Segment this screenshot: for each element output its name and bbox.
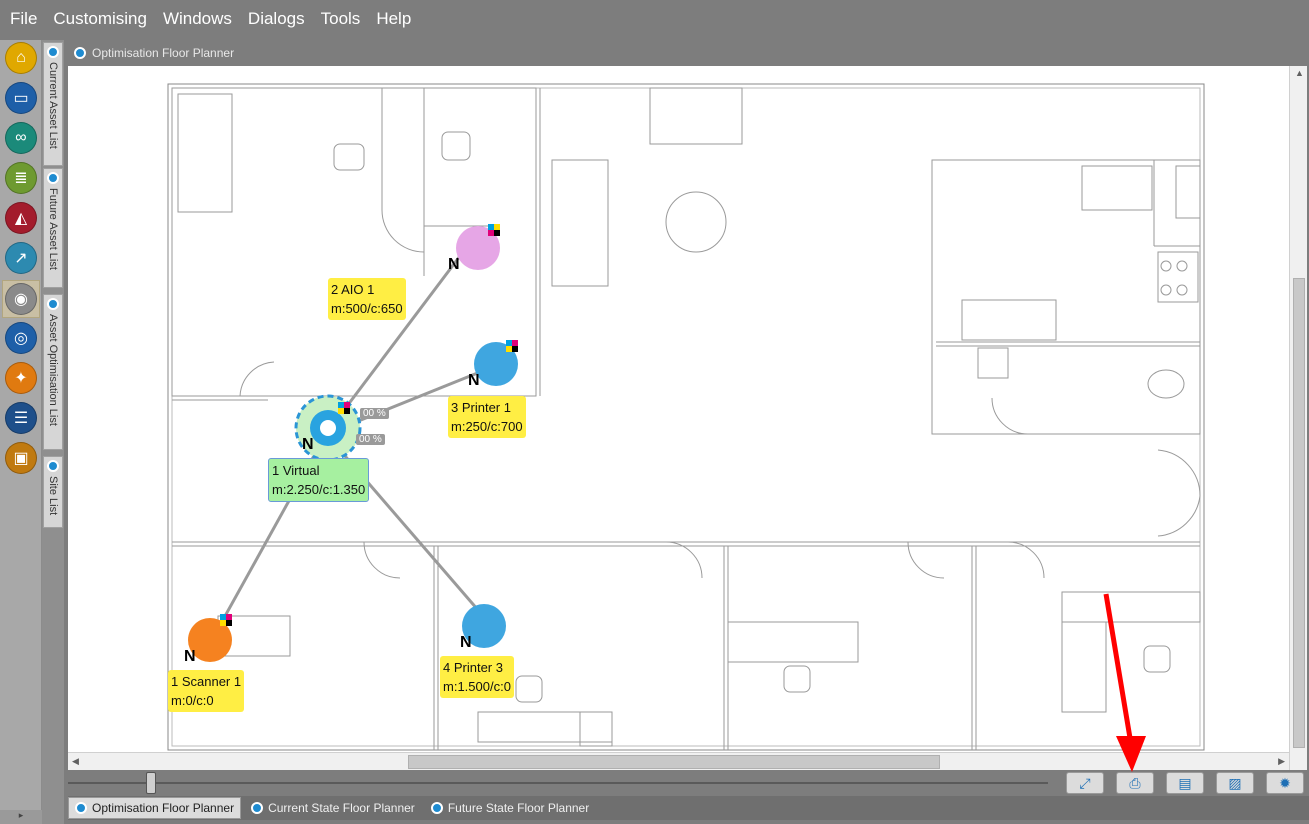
percent-badge: 00 % <box>360 408 389 419</box>
document-title: Optimisation Floor Planner <box>74 44 234 62</box>
device-label-virtual[interactable]: 1 Virtual m:2.250/c:1.350 <box>268 458 370 502</box>
gear-icon: ✹ <box>1279 774 1291 791</box>
n-marker: N <box>302 436 314 453</box>
left-rail: ⌂ ▭ ∞ ≣ ◭ ↗ ◉ ◎ ✦ ☰ ▣ ▸ <box>0 40 42 824</box>
device-stats: m:500/c:650 <box>331 301 403 316</box>
device-stats: m:2.250/c:1.350 <box>272 482 366 497</box>
n-marker: N <box>468 372 480 389</box>
briefcase-icon[interactable]: ▣ <box>5 442 37 474</box>
bottom-tab-strip: Optimisation Floor Planner Current State… <box>68 796 1309 820</box>
expand-icon: ⤢ <box>1079 774 1091 791</box>
document-area: Optimisation Floor Planner N N N N N 00 … <box>66 40 1309 824</box>
tab-label: Optimisation Floor Planner <box>92 801 235 815</box>
expand-button[interactable]: ⤢ <box>1066 772 1104 794</box>
tab-label: Future State Floor Planner <box>447 801 590 815</box>
menu-windows[interactable]: Windows <box>155 9 240 29</box>
n-marker: N <box>448 256 460 273</box>
device-name: 1 Scanner 1 <box>171 674 242 689</box>
device-stats: m:250/c:700 <box>451 419 523 434</box>
scroll-right-icon[interactable]: ▶ <box>1278 756 1285 767</box>
tab-icon <box>47 298 59 310</box>
n-marker: N <box>460 634 472 651</box>
tab-label: Site List <box>47 476 59 516</box>
vertical-tab-strip: Current Asset List Future Asset List Ass… <box>42 40 64 824</box>
menu-dialogs[interactable]: Dialogs <box>240 9 313 29</box>
n-marker: N <box>184 648 196 665</box>
rail-scroll-arrow[interactable]: ▸ <box>0 810 42 824</box>
settings-button[interactable]: ✹ <box>1266 772 1304 794</box>
target-icon[interactable]: ◎ <box>5 322 37 354</box>
tab-current-asset-list[interactable]: Current Asset List <box>43 42 63 166</box>
document-title-text: Optimisation Floor Planner <box>92 46 235 60</box>
device-name: 2 AIO 1 <box>331 282 375 297</box>
floor-plan-canvas[interactable]: N N N N N 00 % 00 % 2 AIO 1 m:500/c:650 … <box>68 66 1289 752</box>
planner-icon <box>74 47 86 59</box>
tab-label: Asset Optimisation List <box>47 314 59 426</box>
tab-icon <box>47 46 59 58</box>
scroll-left-icon[interactable]: ◀ <box>72 756 79 767</box>
device-label-aio[interactable]: 2 AIO 1 m:500/c:650 <box>328 278 406 320</box>
device-name: 3 Printer 1 <box>451 400 511 415</box>
device-label-printer3[interactable]: 4 Printer 3 m:1.500/c:0 <box>440 656 514 698</box>
scroll-icon[interactable]: ≣ <box>5 162 37 194</box>
image-export-button[interactable]: ▨ <box>1216 772 1254 794</box>
tab-future-state-floor-planner[interactable]: Future State Floor Planner <box>425 797 595 819</box>
tab-label: Future Asset List <box>47 188 59 270</box>
horizontal-scrollbar[interactable]: ◀ ▶ <box>68 752 1289 770</box>
document-list-icon[interactable]: ☰ <box>5 402 37 434</box>
scroll-up-icon[interactable]: ▲ <box>1295 68 1304 78</box>
percent-badge: 00 % <box>356 434 385 445</box>
tab-icon <box>47 460 59 472</box>
planner-icon <box>251 802 264 814</box>
eye-icon[interactable]: ◉ <box>5 283 37 315</box>
handshake-icon[interactable]: ✦ <box>5 362 37 394</box>
tab-future-asset-list[interactable]: Future Asset List <box>43 168 63 288</box>
binoculars-icon[interactable]: ∞ <box>5 122 37 154</box>
tab-label: Current State Floor Planner <box>268 801 415 815</box>
print-icon: ⎙ <box>1129 774 1141 791</box>
home-icon[interactable]: ⌂ <box>5 42 37 74</box>
menu-file[interactable]: File <box>2 9 45 29</box>
folder-icon[interactable]: ▭ <box>5 82 37 114</box>
device-label-printer1[interactable]: 3 Printer 1 m:250/c:700 <box>448 396 526 438</box>
menu-bar: File Customising Windows Dialogs Tools H… <box>0 0 1309 38</box>
tab-icon <box>47 172 59 184</box>
menu-tools[interactable]: Tools <box>313 9 369 29</box>
area-chart-icon[interactable]: ◭ <box>5 202 37 234</box>
device-name: 1 Virtual <box>272 463 320 478</box>
device-stats: m:0/c:0 <box>171 693 214 708</box>
save-icon: ▤ <box>1178 774 1192 791</box>
vertical-scrollbar[interactable]: ▲ ▼ <box>1289 66 1307 792</box>
vertical-scroll-thumb[interactable] <box>1293 278 1305 748</box>
tab-optimisation-floor-planner[interactable]: Optimisation Floor Planner <box>68 797 242 819</box>
horizontal-scroll-thumb[interactable] <box>408 755 940 769</box>
save-button[interactable]: ▤ <box>1166 772 1204 794</box>
image-icon: ▨ <box>1228 774 1242 791</box>
tab-label: Current Asset List <box>47 62 59 149</box>
floor-plan-svg <box>167 83 1205 752</box>
tab-asset-optimisation-list[interactable]: Asset Optimisation List <box>43 294 63 450</box>
zoom-slider-handle[interactable] <box>146 772 156 794</box>
device-name: 4 Printer 3 <box>443 660 503 675</box>
tab-current-state-floor-planner[interactable]: Current State Floor Planner <box>245 797 421 819</box>
device-stats: m:1.500/c:0 <box>443 679 511 694</box>
planner-icon <box>75 802 87 814</box>
red-arrow-annotation <box>1116 736 1146 772</box>
trend-icon[interactable]: ↗ <box>5 242 37 274</box>
planner-icon <box>430 802 443 814</box>
zoom-slider-track[interactable] <box>68 782 1048 784</box>
device-label-scanner[interactable]: 1 Scanner 1 m:0/c:0 <box>168 670 245 712</box>
menu-customising[interactable]: Customising <box>45 9 155 29</box>
menu-help[interactable]: Help <box>368 9 419 29</box>
tab-site-list[interactable]: Site List <box>43 456 63 528</box>
